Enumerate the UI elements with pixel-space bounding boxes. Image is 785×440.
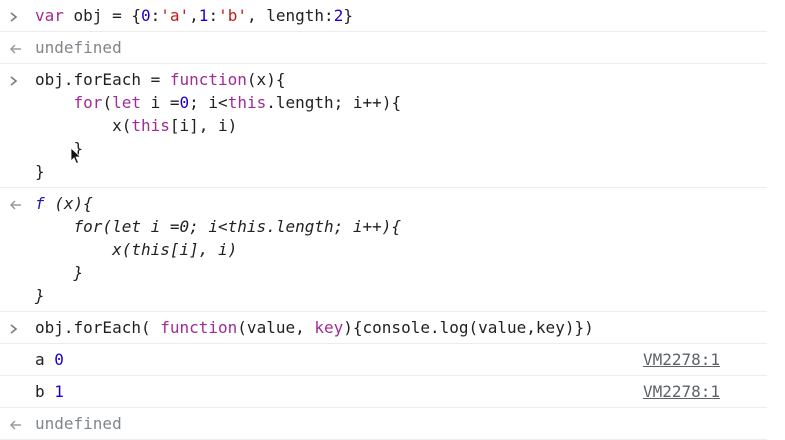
code-token: [i], i): [169, 116, 238, 135]
code-token: 0: [54, 350, 64, 369]
code-line: a 0: [35, 350, 64, 370]
code-token: ; i<: [189, 93, 228, 112]
code-token: for(let i =0; i<this.length; i++){: [35, 217, 402, 236]
source-location-link[interactable]: VM2278:1: [643, 382, 720, 402]
code-line: }: [35, 162, 45, 182]
code-line: for(let i =0; i<this.length; i++){: [35, 217, 402, 237]
code-token: 'a': [160, 6, 190, 25]
code-token: x(: [35, 116, 132, 135]
console-input-entry: obj.forEach( function(value, key){consol…: [0, 312, 767, 344]
code-token: function: [169, 70, 247, 89]
console-input-entry: obj.forEach = function(x){ for(let i =0;…: [0, 64, 767, 188]
code-line: var obj = {0:'a',1:'b', length:2}: [35, 6, 353, 26]
result-arrow-icon: [9, 195, 25, 215]
code-token: :: [150, 6, 161, 25]
code-token: ){console.log(value,key)}): [343, 318, 594, 337]
console-log-entry: a 0 VM2278:1: [0, 344, 767, 376]
code-token: :: [208, 6, 219, 25]
code-token: this: [131, 116, 170, 135]
code-token: obj.forEach(: [35, 318, 161, 337]
code-token: }: [35, 286, 45, 305]
code-line: b 1: [35, 382, 64, 402]
code-line: x(this[i], i): [35, 116, 237, 136]
code-token: (x){: [246, 70, 286, 89]
code-token: .length; i++){: [266, 93, 402, 112]
code-token: this: [227, 93, 267, 112]
code-token: 0: [140, 6, 151, 25]
code-token: 2: [333, 6, 344, 25]
code-token: 1: [198, 6, 209, 25]
code-line: f (x){: [35, 194, 93, 214]
console-result-entry: undefined: [0, 408, 767, 440]
code-token: f: [35, 194, 55, 213]
code-line: }: [35, 263, 84, 283]
code-token: let: [112, 93, 141, 112]
console-log-entry: b 1 VM2278:1: [0, 376, 767, 408]
code-token: for: [73, 93, 103, 112]
code-token: x(this[i], i): [35, 240, 238, 259]
code-line: x(this[i], i): [35, 240, 237, 260]
input-prompt-chevron-icon: [9, 319, 25, 339]
input-prompt-chevron-icon: [9, 71, 25, 91]
code-token: (value,: [237, 318, 315, 337]
devtools-console: var obj = {0:'a',1:'b', length:2} undefin…: [0, 0, 767, 440]
code-token: a: [35, 350, 55, 369]
code-line: undefined: [35, 38, 122, 58]
code-token: i =: [140, 93, 180, 112]
code-token: obj.forEach =: [35, 70, 170, 89]
code-token: , length:: [246, 6, 334, 25]
code-token: b: [35, 382, 55, 401]
code-token: undefined: [35, 38, 122, 57]
input-prompt-chevron-icon: [9, 7, 25, 27]
console-result-entry: undefined: [0, 32, 767, 64]
code-token: }: [343, 6, 353, 25]
code-line: for(let i =0; i<this.length; i++){: [35, 93, 402, 113]
code-token: 0: [179, 93, 190, 112]
code-line: obj.forEach( function(value, key){consol…: [35, 318, 594, 338]
code-token: var: [35, 6, 74, 25]
code-token: obj = {: [73, 6, 141, 25]
code-token: 1: [54, 382, 64, 401]
code-token: undefined: [35, 414, 122, 433]
code-token: (x){: [54, 194, 93, 213]
console-input-entry: var obj = {0:'a',1:'b', length:2}: [0, 0, 767, 32]
code-token: 'b': [218, 6, 247, 25]
code-token: function: [160, 318, 238, 337]
console-result-entry: f (x){ for(let i =0; i<this.length; i++)…: [0, 188, 767, 312]
source-location-link[interactable]: VM2278:1: [643, 350, 720, 370]
code-token: }: [35, 162, 45, 181]
result-arrow-icon: [9, 415, 25, 435]
mouse-pointer-icon: [70, 147, 82, 169]
code-token: }: [35, 263, 84, 282]
code-token: ,: [189, 6, 199, 25]
code-token: (: [102, 93, 113, 112]
code-line: undefined: [35, 414, 122, 434]
code-line: }: [35, 286, 45, 306]
code-token: key: [314, 318, 344, 337]
code-line: obj.forEach = function(x){: [35, 70, 285, 90]
result-arrow-icon: [9, 39, 25, 59]
